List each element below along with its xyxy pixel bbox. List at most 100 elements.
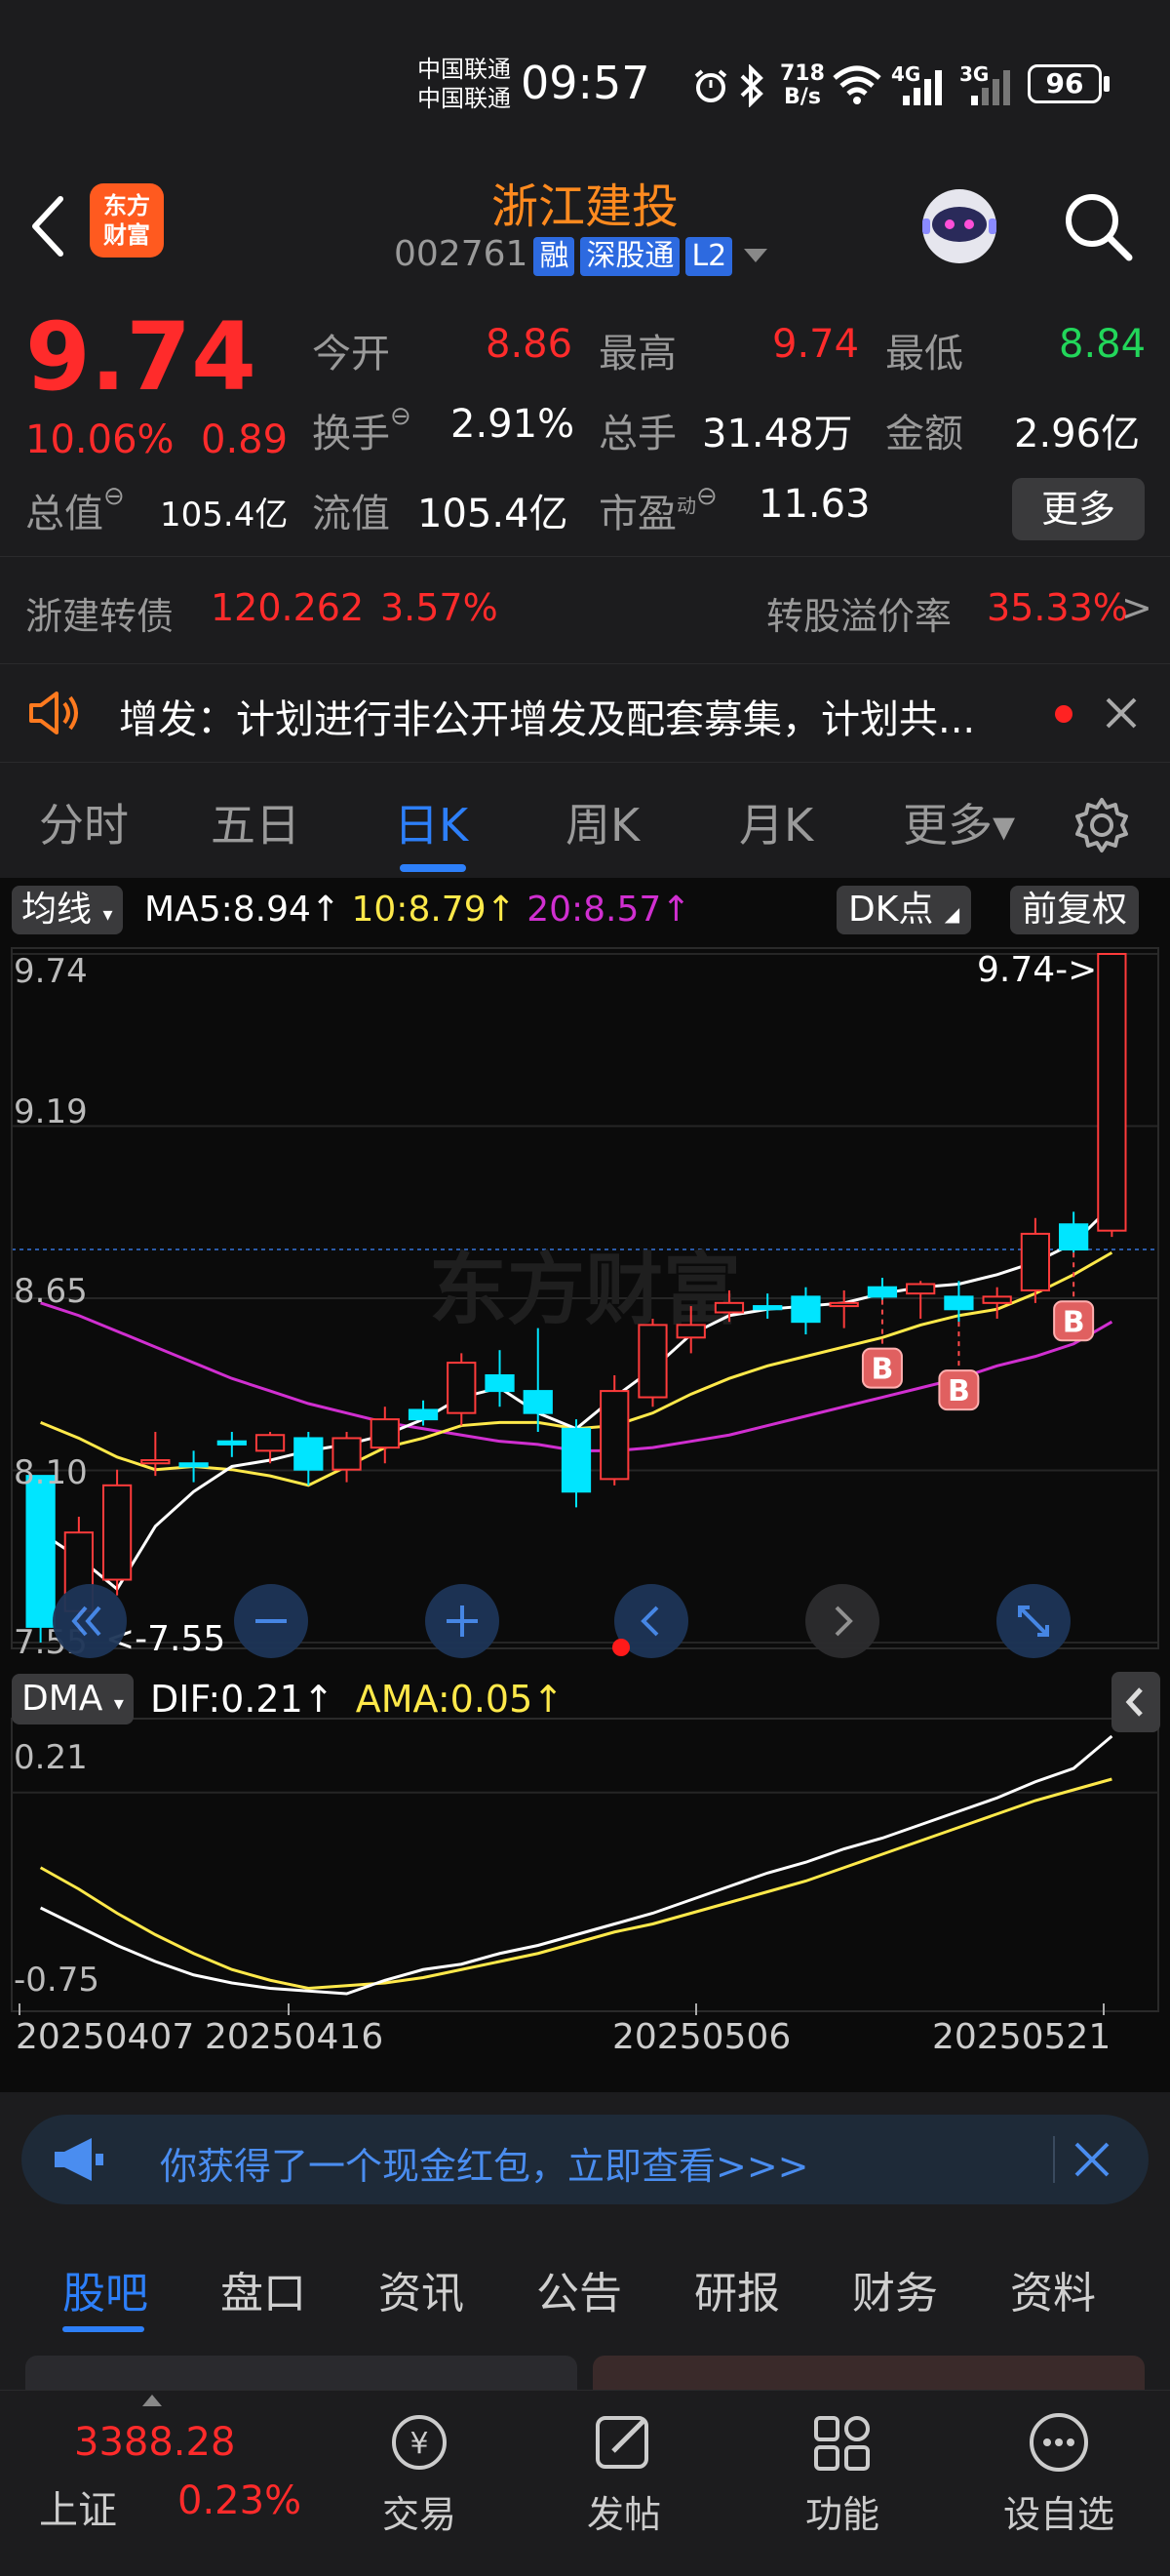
tab-orderbook[interactable]: 盘口 (220, 2258, 306, 2320)
y-label-2: 9.19 (14, 1092, 88, 1131)
candle-body (140, 1459, 171, 1465)
volume-value: 31.48万 (702, 412, 853, 456)
content-tab-indicator (62, 2326, 144, 2332)
close-icon[interactable] (1102, 694, 1141, 736)
position-dot (612, 1639, 630, 1656)
candle-body (370, 1418, 400, 1449)
tab-five-day[interactable]: 五日 (211, 790, 300, 854)
forum-card-peek-2 (593, 2356, 1145, 2395)
caret-down-icon: ▾ (113, 1691, 124, 1715)
volume-label: 总手 (599, 412, 677, 456)
robot-avatar-icon[interactable] (915, 181, 1004, 271)
dma-y-top: 0.21 (14, 1738, 88, 1777)
post-button[interactable]: 发帖 (566, 2408, 682, 2538)
svg-text:¥: ¥ (410, 2427, 428, 2461)
candle-body (561, 1427, 592, 1493)
edit-icon (596, 2416, 648, 2469)
post-label: 发帖 (586, 2493, 661, 2536)
candle-body (676, 1324, 706, 1339)
zoom-out-button[interactable] (234, 1584, 308, 1658)
unread-dot (1055, 705, 1072, 723)
expand-index-icon[interactable] (142, 2395, 162, 2406)
ama-value: AMA:0.05↑ (355, 1678, 565, 1721)
active-tab-indicator (400, 864, 466, 872)
info-icon[interactable]: ⊖ (696, 482, 718, 511)
tab-profile[interactable]: 资料 (1010, 2258, 1096, 2320)
date-label-3: 20250506 (612, 2017, 792, 2057)
turnover-value: 2.91% (450, 402, 575, 447)
pe-superscript: 动 (677, 494, 696, 518)
speaker-icon (25, 688, 84, 742)
tab-daily-k[interactable]: 日K (394, 790, 468, 854)
close-icon[interactable] (1072, 2140, 1112, 2183)
gear-icon[interactable] (1072, 796, 1131, 858)
low-value: 8.84 (1059, 322, 1147, 367)
candle-body (447, 1362, 477, 1414)
dma-selector-label: DMA (21, 1679, 103, 1719)
candle-body (216, 1440, 247, 1446)
tab-news[interactable]: 资讯 (378, 2258, 464, 2320)
signal-icon-2 (963, 68, 1014, 109)
functions-button[interactable]: 功能 (784, 2408, 901, 2538)
pe-value: 11.63 (759, 482, 871, 527)
tab-forum[interactable]: 股吧 (62, 2258, 148, 2320)
amount-value: 2.96亿 (1014, 412, 1141, 456)
open-label: 今开 (312, 332, 390, 376)
trade-button[interactable]: ¥ 交易 (361, 2408, 478, 2538)
candle-body (254, 1434, 286, 1452)
info-icon[interactable]: ⊖ (103, 482, 125, 511)
bottom-toolbar: 3388.28 上证 0.23% ¥ 交易 发帖 功能 设自选 (0, 2390, 1170, 2576)
tab-more[interactable]: 更多▾ (903, 790, 1015, 854)
dif-value: DIF:0.21↑ (150, 1678, 334, 1721)
collapse-panel-button[interactable] (1112, 1672, 1160, 1732)
battery-level: 96 (1045, 67, 1084, 99)
chevron-down-icon[interactable] (744, 249, 768, 262)
fullscreen-icon[interactable] (996, 1584, 1071, 1658)
high-label: 最高 (599, 332, 677, 376)
tab-announcements[interactable]: 公告 (536, 2258, 622, 2320)
stock-header: 东方 财富 浙江建投 002761 融深股通 L2 (0, 166, 1170, 294)
date-label-4: 20250521 (932, 2017, 1112, 2057)
tab-financials[interactable]: 财务 (852, 2258, 938, 2320)
chevron-right-icon[interactable]: > (1121, 586, 1152, 629)
candle-body (408, 1408, 439, 1421)
trade-label: 交易 (381, 2493, 456, 2536)
quote-panel: 9.74 10.06% 0.89 今开 8.86 最高 9.74 最低 8.84… (0, 293, 1170, 556)
tab-weekly-k[interactable]: 周K (566, 790, 640, 854)
stock-code: 002761 (394, 234, 528, 274)
candle-body (1097, 953, 1127, 1232)
scroll-right-button[interactable] (805, 1584, 879, 1658)
forum-card-peek (25, 2356, 577, 2395)
tag-level2: L2 (685, 237, 733, 276)
grid-icon (814, 2416, 870, 2471)
dma-selector-button[interactable]: DMA ▾ (12, 1674, 134, 1724)
period-tabs: 分时 五日 日K 周K 月K 更多▾ (0, 761, 1170, 878)
turnover-label-text: 换手 (312, 412, 390, 456)
carrier-labels: 中国联通 中国联通 (417, 55, 511, 113)
cb-premium-value: 35.33% (987, 586, 1128, 629)
tab-research[interactable]: 研报 (694, 2258, 780, 2320)
promo-banner[interactable]: 你获得了一个现金红包，立即查看>>> (21, 2115, 1149, 2204)
buy-signal-label: B (871, 1353, 893, 1387)
kline-svg[interactable]: 东方财富 B B B (0, 878, 1170, 2092)
tab-monthly-k[interactable]: 月K (739, 790, 813, 854)
zoom-in-button[interactable] (425, 1584, 499, 1658)
scroll-left-fast-button[interactable] (53, 1584, 127, 1658)
dma-y-bottom: -0.75 (14, 1961, 99, 2000)
info-icon[interactable]: ⊖ (390, 402, 411, 431)
y-label-top: 9.74 (14, 952, 88, 991)
search-icon[interactable] (1059, 187, 1137, 265)
tab-intraday[interactable]: 分时 (39, 790, 129, 854)
add-watchlist-button[interactable]: 设自选 (991, 2408, 1127, 2538)
announcement-bar[interactable]: 增发：计划进行非公开增发及配套募集，计划共... (0, 663, 1170, 763)
more-button[interactable]: 更多 (1012, 478, 1145, 540)
convertible-bond-row[interactable]: 浙建转债 120.262 3.57% 转股溢价率 35.33% > (0, 556, 1170, 664)
candle-body (1059, 1223, 1089, 1251)
candle-body (1020, 1232, 1051, 1291)
status-bar: 中国联通 中国联通 09:57 718 B/s 4G 3G 96 (0, 0, 1170, 166)
chart-watermark: 东方财富 (429, 1245, 741, 1335)
pe-label-text: 市盈 (599, 492, 677, 536)
kline-chart-panel: 均线 ▾ MA5:8.94↑ 10:8.79↑ 20:8.57↑ DK点 ◢ 前… (0, 878, 1170, 2092)
candle-body (829, 1301, 859, 1308)
index-value: 3388.28 (74, 2420, 236, 2465)
